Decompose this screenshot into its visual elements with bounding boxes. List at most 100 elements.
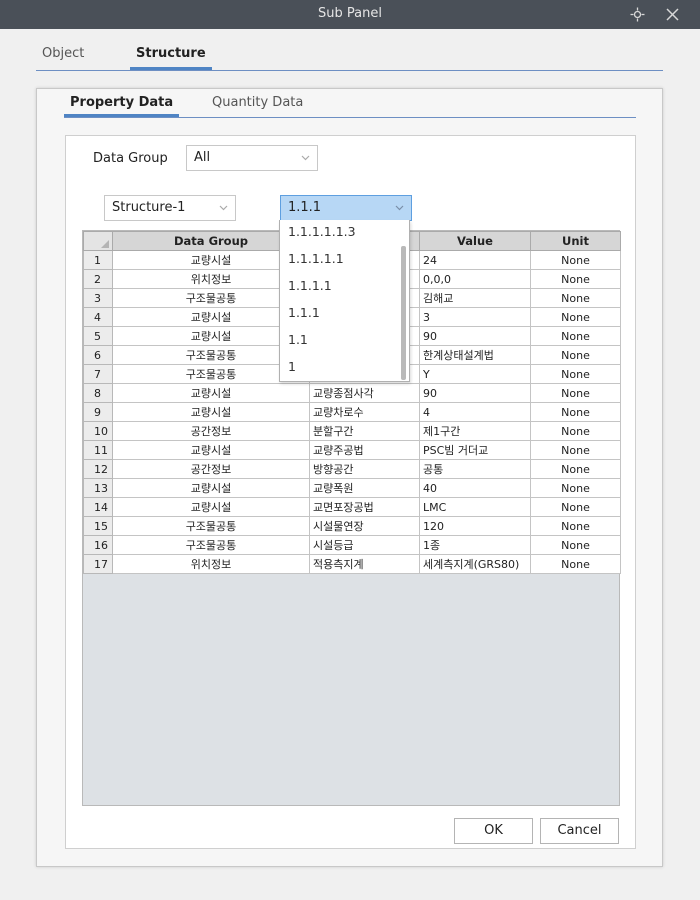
unit-cell[interactable]: None [530,516,621,536]
value-cell[interactable]: 세계측지계(GRS80) [419,554,531,574]
dropdown-option[interactable]: 1.1.1.1 [288,278,332,293]
table-row[interactable]: 15 구조물공통 시설물연장 120 None [83,516,621,536]
ok-button[interactable]: OK [454,818,533,844]
row-number-cell[interactable]: 4 [83,307,113,327]
item-cell[interactable]: 교면포장공법 [309,497,420,517]
row-number-cell[interactable]: 15 [83,516,113,536]
value-cell[interactable]: 40 [419,478,531,498]
row-number-cell[interactable]: 1 [83,250,113,270]
item-cell[interactable]: 적용측지계 [309,554,420,574]
value-cell[interactable]: LMC [419,497,531,517]
row-number-cell[interactable]: 11 [83,440,113,460]
table-row[interactable]: 12 공간정보 방향공간 공통 None [83,459,621,479]
unit-cell[interactable]: None [530,288,621,308]
dropdown-option[interactable]: 1.1.1 [288,305,320,320]
unit-cell[interactable]: None [530,383,621,403]
unit-cell[interactable]: None [530,497,621,517]
table-row[interactable]: 9 교량시설 교량차로수 4 None [83,402,621,422]
unit-cell[interactable]: None [530,459,621,479]
data-group-cell[interactable]: 구조물공통 [112,535,310,555]
value-cell[interactable]: 한계상태설계법 [419,345,531,365]
unit-cell[interactable]: None [530,554,621,574]
item-cell[interactable]: 교량차로수 [309,402,420,422]
value-cell[interactable]: Y [419,364,531,384]
item-cell[interactable]: 시설물연장 [309,516,420,536]
value-cell[interactable]: PSC빔 거더교 [419,440,531,460]
table-row[interactable]: 11 교량시설 교량주공법 PSC빔 거더교 None [83,440,621,460]
tab-quantity-data[interactable]: Quantity Data [206,95,309,117]
dropdown-option[interactable]: 1 [288,359,296,374]
unit-cell[interactable]: None [530,250,621,270]
item-cell[interactable]: 교량주공법 [309,440,420,460]
unit-cell[interactable]: None [530,478,621,498]
row-number-cell[interactable]: 16 [83,535,113,555]
column-header-value[interactable]: Value [419,231,531,251]
close-icon[interactable] [665,7,680,22]
row-number-cell[interactable]: 10 [83,421,113,441]
value-cell[interactable]: 제1구간 [419,421,531,441]
column-header-unit[interactable]: Unit [530,231,621,251]
table-row[interactable]: 10 공간정보 분할구간 제1구간 None [83,421,621,441]
row-number-cell[interactable]: 17 [83,554,113,574]
unit-cell[interactable]: None [530,364,621,384]
value-cell[interactable]: 4 [419,402,531,422]
row-number-cell[interactable]: 9 [83,402,113,422]
unit-cell[interactable]: None [530,326,621,346]
row-number-cell[interactable]: 7 [83,364,113,384]
table-row[interactable]: 13 교량시설 교량폭원 40 None [83,478,621,498]
dropdown-option[interactable]: 1.1 [288,332,308,347]
unit-cell[interactable]: None [530,440,621,460]
level-select[interactable]: 1.1.1 [280,195,412,221]
value-cell[interactable]: 1종 [419,535,531,555]
row-number-cell[interactable]: 14 [83,497,113,517]
value-cell[interactable]: 90 [419,383,531,403]
value-cell[interactable]: 24 [419,250,531,270]
data-group-cell[interactable]: 교량시설 [112,440,310,460]
table-row[interactable]: 17 위치정보 적용측지계 세계측지계(GRS80) None [83,554,621,574]
data-group-cell[interactable]: 교량시설 [112,402,310,422]
data-group-cell[interactable]: 위치정보 [112,554,310,574]
move-icon[interactable] [630,7,645,22]
data-group-cell[interactable]: 구조물공통 [112,516,310,536]
unit-cell[interactable]: None [530,421,621,441]
dropdown-option[interactable]: 1.1.1.1.1 [288,251,344,266]
value-cell[interactable]: 120 [419,516,531,536]
row-number-cell[interactable]: 2 [83,269,113,289]
item-cell[interactable]: 교량폭원 [309,478,420,498]
unit-cell[interactable]: None [530,402,621,422]
row-number-cell[interactable]: 5 [83,326,113,346]
tab-property-data[interactable]: Property Data [64,95,180,117]
unit-cell[interactable]: None [530,307,621,327]
unit-cell[interactable]: None [530,535,621,555]
row-number-cell[interactable]: 8 [83,383,113,403]
value-cell[interactable]: 0,0,0 [419,269,531,289]
item-cell[interactable]: 방향공간 [309,459,420,479]
item-cell[interactable]: 분할구간 [309,421,420,441]
dropdown-option[interactable]: 1.1.1.1.1.3 [288,224,356,239]
dropdown-scrollbar[interactable] [401,246,406,380]
value-cell[interactable]: 김해교 [419,288,531,308]
table-row[interactable]: 14 교량시설 교면포장공법 LMC None [83,497,621,517]
tab-object[interactable]: Object [36,46,90,70]
data-group-cell[interactable]: 교량시설 [112,383,310,403]
row-number-cell[interactable]: 13 [83,478,113,498]
tab-structure[interactable]: Structure [130,46,212,70]
row-number-cell[interactable]: 6 [83,345,113,365]
value-cell[interactable]: 공통 [419,459,531,479]
unit-cell[interactable]: None [530,269,621,289]
item-cell[interactable]: 시설등급 [309,535,420,555]
data-group-cell[interactable]: 교량시설 [112,478,310,498]
data-group-cell[interactable]: 공간정보 [112,421,310,441]
row-number-cell[interactable]: 12 [83,459,113,479]
row-number-cell[interactable]: 3 [83,288,113,308]
item-cell[interactable]: 교량종점사각 [309,383,420,403]
cancel-button[interactable]: Cancel [540,818,619,844]
table-row[interactable]: 8 교량시설 교량종점사각 90 None [83,383,621,403]
corner-header[interactable] [83,231,113,251]
table-row[interactable]: 16 구조물공통 시설등급 1종 None [83,535,621,555]
data-group-cell[interactable]: 공간정보 [112,459,310,479]
structure-select[interactable]: Structure-1 [104,195,236,221]
value-cell[interactable]: 3 [419,307,531,327]
unit-cell[interactable]: None [530,345,621,365]
data-group-select[interactable]: All [186,145,318,171]
